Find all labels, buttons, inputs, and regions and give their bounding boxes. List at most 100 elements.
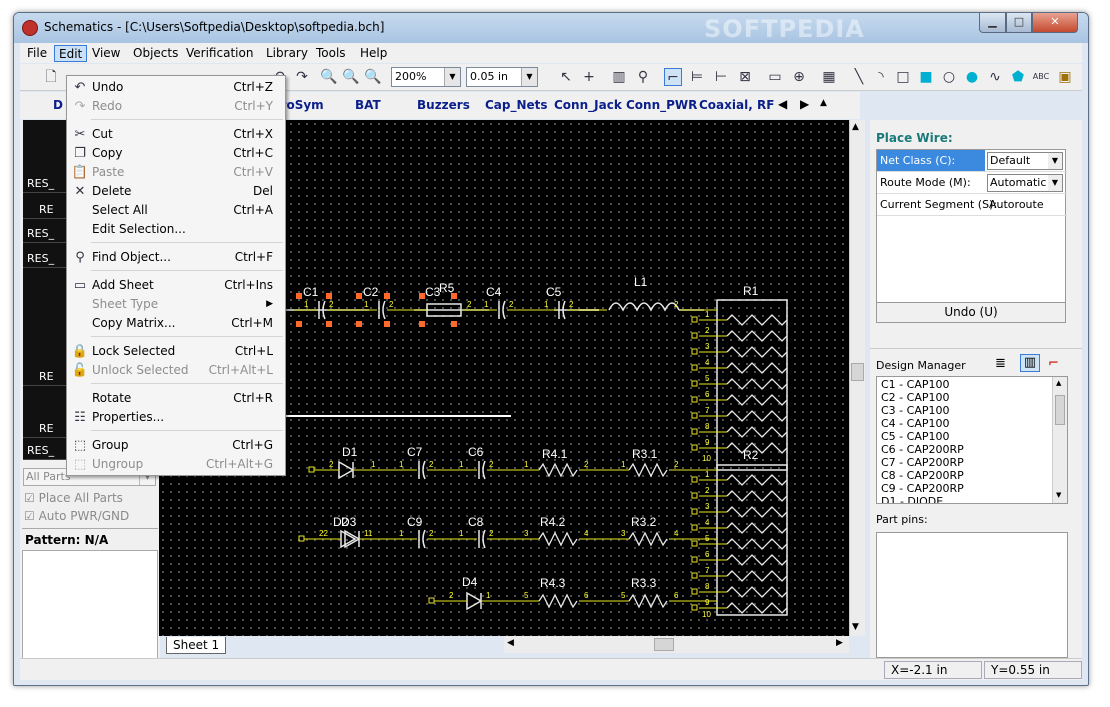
scroll-down-icon[interactable]: ▼ (852, 622, 859, 632)
image-icon[interactable]: ▣ (1056, 68, 1074, 86)
minimize-button[interactable]: ▁ (979, 13, 1006, 33)
close-button[interactable]: ✕ (1032, 13, 1078, 33)
text-icon[interactable]: ABC (1032, 68, 1050, 86)
label-d1[interactable]: D1 (342, 445, 358, 459)
bus-icon[interactable]: ⊨ (688, 68, 706, 86)
menu-edit[interactable]: Edit (54, 45, 88, 62)
scroll-up-icon[interactable]: ▲ (1056, 379, 1061, 387)
maximize-button[interactable]: □ (1006, 13, 1032, 33)
tab-conn-pwr[interactable]: Conn_PWR (626, 98, 697, 112)
zoom-in-icon[interactable]: 🔍 (320, 68, 338, 86)
label-icon[interactable]: ▭ (766, 68, 784, 86)
list-item[interactable]: C6 - CAP200RP (881, 443, 964, 456)
label-c5[interactable]: C5 (546, 285, 562, 299)
menu-item-unlock-selected[interactable]: 🔓 Unlock Selected Ctrl+Alt+L (69, 361, 283, 380)
new-file-icon[interactable]: 🗋 (42, 68, 60, 86)
place-wire-icon[interactable]: ⌐ (664, 68, 682, 86)
scroll-left-icon[interactable]: ◀ (507, 638, 514, 648)
grid-combo[interactable]: 0.05 in ▼ (466, 67, 538, 87)
label-r3-3[interactable]: R3.3 (631, 576, 657, 590)
scroll-right-icon[interactable]: ▶ (836, 638, 843, 648)
label-r3-2[interactable]: R3.2 (631, 515, 657, 529)
list-item[interactable]: C1 - CAP100 (881, 378, 949, 391)
tab-scroll-left-icon[interactable]: ◀ (778, 97, 787, 111)
menu-item-find-object[interactable]: ⚲ Find Object... Ctrl+F (69, 248, 283, 267)
menu-item-copy[interactable]: ❐ Copy Ctrl+C (69, 144, 283, 163)
menu-item-edit-selection[interactable]: Edit Selection... (69, 220, 283, 239)
route-mode-row[interactable]: Route Mode (M): Automatic ▼ (877, 172, 1067, 194)
menu-file[interactable]: File (23, 45, 51, 62)
polygon-icon[interactable]: ⬟ (1009, 68, 1027, 86)
scroll-thumb[interactable] (654, 638, 674, 651)
place-all-parts-checkbox[interactable]: ☑ Place All Parts (24, 491, 123, 505)
menu-item-rotate[interactable]: Rotate Ctrl+R (69, 389, 283, 408)
label-c9[interactable]: C9 (407, 515, 423, 529)
select-arrow-icon[interactable]: ↖ (557, 68, 575, 86)
table-icon[interactable]: ▦ (820, 68, 838, 86)
menu-item-redo[interactable]: ↷ Redo Ctrl+Y (69, 97, 283, 116)
list-item[interactable]: C9 - CAP200RP (881, 482, 964, 495)
list-item[interactable]: C8 - CAP200RP (881, 469, 964, 482)
zoom-fit-icon[interactable]: 🔍 (364, 68, 382, 86)
menu-item-cut[interactable]: ✂ Cut Ctrl+X (69, 125, 283, 144)
route-mode-select[interactable]: Automatic ▼ (987, 174, 1063, 192)
menu-item-sheet-type[interactable]: Sheet Type ▶ (69, 295, 283, 314)
menu-item-paste[interactable]: 📋 Paste Ctrl+V (69, 163, 283, 182)
net-class-row[interactable]: Net Class (C): Default ▼ (877, 150, 1067, 172)
list-item[interactable]: C7 - CAP200RP (881, 456, 964, 469)
label-d3[interactable]: D3 (341, 515, 357, 529)
label-r1[interactable]: R1 (743, 284, 759, 298)
list-item[interactable]: C2 - CAP100 (881, 391, 949, 404)
netlist-icon[interactable]: ≣ (995, 356, 1006, 371)
list-item[interactable]: C5 - CAP100 (881, 430, 949, 443)
menu-item-undo[interactable]: ↶ Undo Ctrl+Z (69, 78, 283, 97)
part-icon[interactable]: ▥ (610, 68, 628, 86)
menu-item-properties[interactable]: ☷ Properties... (69, 408, 283, 427)
canvas-vertical-scrollbar[interactable]: ▲ ▼ (849, 120, 865, 636)
net-icon[interactable]: ⊢ (712, 68, 730, 86)
tab-coaxial-rf[interactable]: Coaxial, RF (699, 98, 774, 112)
crosshair-icon[interactable]: + (580, 68, 598, 86)
list-item[interactable]: C4 - CAP100 (881, 417, 949, 430)
scroll-up-icon[interactable]: ▲ (852, 122, 859, 132)
zoom-out-icon[interactable]: 🔍 (342, 68, 360, 86)
menu-tools[interactable]: Tools (312, 45, 350, 62)
list-scrollbar[interactable]: ▲ ▼ (1052, 377, 1067, 503)
list-item[interactable]: C3 - CAP100 (881, 404, 949, 417)
menu-verification[interactable]: Verification (182, 45, 257, 62)
label-r3-1[interactable]: R3.1 (632, 447, 658, 461)
label-r5[interactable]: R5 (439, 281, 455, 295)
menu-item-copy-matrix[interactable]: Copy Matrix... Ctrl+M (69, 314, 283, 333)
arc-icon[interactable]: ◝ (872, 68, 890, 86)
label-l1[interactable]: L1 (634, 275, 648, 289)
menu-library[interactable]: Library (262, 45, 312, 62)
zoom-combo[interactable]: 200% ▼ (391, 67, 461, 87)
label-r4-3[interactable]: R4.3 (540, 576, 566, 590)
tab-scroll-right-icon[interactable]: ▶ (800, 97, 809, 111)
filled-ellipse-icon[interactable]: ● (963, 68, 981, 86)
label-d4[interactable]: D4 (462, 575, 478, 589)
current-segment-row[interactable]: Current Segment (S): Autoroute (877, 194, 1067, 216)
line-icon[interactable]: ╲ (850, 68, 868, 86)
tab-cap-nets[interactable]: Cap_Nets (485, 98, 548, 112)
redo-icon[interactable]: ↷ (293, 68, 311, 86)
filled-rectangle-icon[interactable]: ■ (917, 68, 935, 86)
tab-sheet-1[interactable]: Sheet 1 (166, 637, 226, 654)
scroll-down-icon[interactable]: ▼ (1056, 491, 1061, 499)
label-c6[interactable]: C6 (468, 445, 484, 459)
wires-view-icon[interactable]: ⌐ (1048, 356, 1059, 371)
globe-icon[interactable]: ⊕ (790, 68, 808, 86)
menu-item-lock-selected[interactable]: 🔒 Lock Selected Ctrl+L (69, 342, 283, 361)
undo-button[interactable]: Undo (U) (877, 302, 1065, 322)
menu-view[interactable]: View (88, 45, 124, 62)
label-r4-2[interactable]: R4.2 (540, 515, 566, 529)
design-manager-list[interactable]: C1 - CAP100 C2 - CAP100 C3 - CAP100 C4 -… (876, 376, 1068, 504)
label-r4-1[interactable]: R4.1 (542, 447, 568, 461)
menu-item-delete[interactable]: ✕ Delete Del (69, 182, 283, 201)
canvas-horizontal-scrollbar[interactable]: ◀ ▶ (504, 636, 849, 653)
menu-item-add-sheet[interactable]: ▭ Add Sheet Ctrl+Ins (69, 276, 283, 295)
label-c8[interactable]: C8 (468, 515, 484, 529)
menu-help[interactable]: Help (356, 45, 391, 62)
label-c1[interactable]: C1 (303, 285, 319, 299)
port-icon[interactable]: ⊠ (736, 68, 754, 86)
